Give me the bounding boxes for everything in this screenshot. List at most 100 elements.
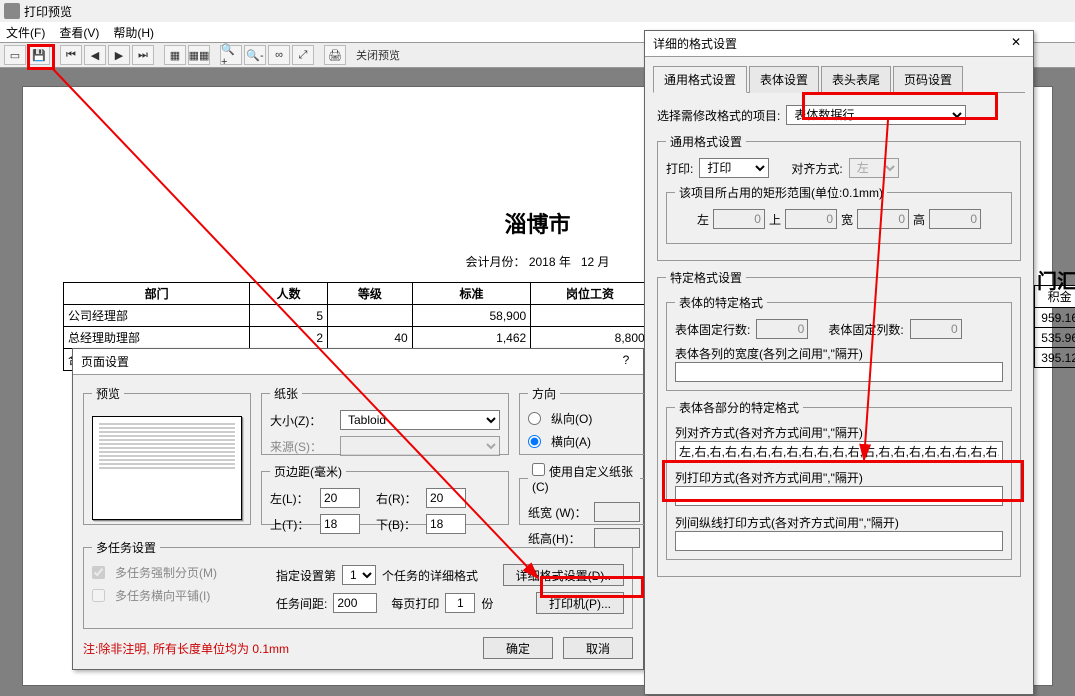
window-title: 打印预览: [24, 3, 72, 20]
pw-label: 纸宽 (W)：: [528, 504, 588, 521]
print-label: 打印:: [666, 160, 693, 177]
margin-left-input[interactable]: [320, 488, 360, 508]
align-select: 左: [849, 158, 899, 178]
side-val: 959.16: [1035, 308, 1075, 328]
toolbar-zoom-icon[interactable]: ∞: [268, 45, 290, 65]
col-line-label: 列间纵线打印方式(各对齐方式间用","隔开): [675, 516, 899, 530]
col-width-input[interactable]: [675, 362, 1003, 382]
printer-button[interactable]: 打印机(P)...: [536, 592, 624, 614]
col-dept: 部门: [64, 283, 250, 305]
side-table: 积金 959.16 535.96 395.12: [1034, 285, 1075, 368]
range-left-label: 左: [697, 211, 709, 228]
toolbar-first-icon[interactable]: ⏮: [60, 45, 82, 65]
range-top-input: [785, 209, 837, 229]
range-height-input: [929, 209, 981, 229]
menu-help[interactable]: 帮助(H): [113, 24, 154, 41]
margin-left-label: 左(L)：: [270, 490, 314, 507]
range-title: 该项目所占用的矩形范围(单位:0.1mm): [675, 184, 887, 201]
format-item-select[interactable]: 表体数据行: [786, 105, 966, 125]
grp-parts: 表体各部分的特定格式: [675, 399, 803, 416]
detail-format-button[interactable]: 详细格式设置(D)..: [503, 564, 624, 586]
margin-bottom-label: 下(B)：: [376, 516, 420, 533]
select-item-label: 选择需修改格式的项目:: [657, 107, 780, 124]
fixed-cols-input: [910, 319, 962, 339]
toolbar-page-setup-icon[interactable]: ▭: [4, 45, 26, 65]
margin-bottom-input[interactable]: [426, 514, 466, 534]
grp-multi: 多任务设置: [92, 539, 160, 556]
tabs: 通用格式设置 表体设置 表头表尾 页码设置: [653, 65, 1025, 93]
grp-preview: 预览: [92, 385, 124, 402]
task-gap-input[interactable]: [333, 593, 377, 613]
close-icon[interactable]: ✕: [1007, 35, 1025, 52]
cancel-button[interactable]: 取消: [563, 637, 633, 659]
col-std: 标准: [412, 283, 531, 305]
print-select[interactable]: 打印: [699, 158, 769, 178]
grp-general: 通用格式设置: [666, 133, 746, 150]
col-grade: 等级: [328, 283, 413, 305]
separator: [316, 45, 322, 65]
margin-right-input[interactable]: [426, 488, 466, 508]
grp-orient: 方向: [528, 385, 560, 402]
per-page-suffix: 份: [481, 595, 493, 612]
menu-view[interactable]: 查看(V): [59, 24, 99, 41]
toolbar-zoomout-icon[interactable]: 🔍-: [244, 45, 266, 65]
paper-size-select[interactable]: Tabloid: [340, 410, 500, 430]
per-page-input[interactable]: [445, 593, 475, 613]
margin-top-input[interactable]: [320, 514, 360, 534]
side-val: 535.96: [1035, 328, 1075, 348]
orient-portrait-radio[interactable]: [528, 412, 541, 425]
fixed-rows-input: [756, 319, 808, 339]
dialog-titlebar: 详细的格式设置 ✕: [645, 31, 1033, 57]
align-label: 对齐方式:: [791, 160, 842, 177]
dialog-title: 详细的格式设置: [653, 35, 737, 52]
separator: [212, 45, 218, 65]
subtitle-year: 2018 年: [529, 255, 571, 269]
page-setup-dialog: 页面设置 ? 预览 纸张: [72, 348, 644, 670]
toolbar-save-icon[interactable]: 💾: [28, 45, 50, 65]
portrait-label: 纵向(O): [551, 410, 592, 427]
col-print-input[interactable]: [675, 486, 1003, 506]
fixed-rows-label: 表体固定行数:: [675, 321, 750, 338]
range-width-input: [857, 209, 909, 229]
app-icon: [4, 3, 20, 19]
separator: [52, 45, 58, 65]
source-label: 来源(S)：: [270, 438, 334, 455]
range-width-label: 宽: [841, 211, 853, 228]
toolbar-prev-icon[interactable]: ◀: [84, 45, 106, 65]
toolbar-onepage-icon[interactable]: ▦: [164, 45, 186, 65]
menu-file[interactable]: 文件(F): [6, 24, 45, 41]
grp-paper: 纸张: [270, 385, 302, 402]
titlebar: 打印预览: [0, 0, 1075, 22]
tab-body[interactable]: 表体设置: [749, 66, 819, 93]
toolbar-zoomin-icon[interactable]: 🔍+: [220, 45, 242, 65]
close-icon[interactable]: ?: [617, 353, 635, 370]
tab-general[interactable]: 通用格式设置: [653, 66, 747, 93]
tab-headfoot[interactable]: 表头表尾: [821, 66, 891, 93]
range-top-label: 上: [769, 211, 781, 228]
orient-landscape-radio[interactable]: [528, 435, 541, 448]
multi-break-label: 多任务强制分页(M): [115, 564, 217, 581]
multi-tile-checkbox: [92, 589, 105, 602]
task-no-select[interactable]: 1: [342, 565, 376, 585]
tab-pageno[interactable]: 页码设置: [893, 66, 963, 93]
toolbar-fit-icon[interactable]: ⤢: [292, 45, 314, 65]
landscape-label: 横向(A): [551, 433, 591, 450]
size-label: 大小(Z)：: [270, 412, 334, 429]
toolbar-multipage-icon[interactable]: ▦▦: [188, 45, 210, 65]
spec-prefix: 指定设置第: [276, 567, 336, 584]
toolbar-last-icon[interactable]: ⏭: [132, 45, 154, 65]
custom-paper-checkbox[interactable]: [532, 463, 545, 476]
toolbar-print-icon[interactable]: 🖨: [324, 45, 346, 65]
col-count: 人数: [250, 283, 328, 305]
col-align-label: 列对齐方式(各对齐方式间用","隔开): [675, 426, 863, 440]
toolbar-next-icon[interactable]: ▶: [108, 45, 130, 65]
length-unit-note: 注:除非注明, 所有长度单位均为 0.1mm: [83, 640, 289, 657]
paper-width-input: [594, 502, 640, 522]
col-line-input[interactable]: [675, 531, 1003, 551]
dialog-titlebar: 页面设置 ?: [73, 349, 643, 375]
title-right-frag: 门汇: [1037, 265, 1075, 294]
col-align-input[interactable]: [675, 441, 1003, 461]
close-preview-button[interactable]: 关闭预览: [348, 45, 408, 65]
margin-right-label: 右(R)：: [376, 490, 420, 507]
ok-button[interactable]: 确定: [483, 637, 553, 659]
